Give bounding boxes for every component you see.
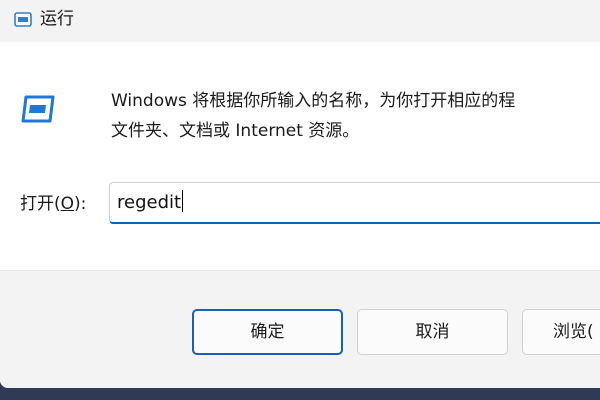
ok-button[interactable]: 确定 [192, 309, 343, 355]
open-input-text: regedit [117, 192, 182, 213]
browse-button[interactable]: 浏览( [522, 309, 600, 355]
open-label-suffix: ): [74, 194, 87, 214]
open-label: 打开(O): [20, 192, 86, 216]
window-title: 运行 [40, 9, 74, 29]
open-input[interactable]: regedit [109, 182, 600, 224]
description-line-1: Windows 将根据你所输入的名称，为你打开相应的程 [111, 91, 516, 111]
open-label-prefix: 打开( [20, 194, 61, 214]
cancel-button[interactable]: 取消 [357, 309, 508, 355]
dialog-content: Windows 将根据你所输入的名称，为你打开相应的程 文件夹、文档或 Inte… [0, 42, 600, 270]
run-icon [21, 95, 55, 123]
title-bar[interactable]: 运行 [0, 0, 600, 42]
description-line-2: 文件夹、文档或 Internet 资源。 [111, 121, 360, 141]
run-dialog: 运行 Windows 将根据你所输入的名称，为你打开相应的程 文件夹、文档或 I… [0, 0, 600, 388]
open-label-accelerator: O [60, 194, 75, 214]
button-bar: 确定 取消 浏览( [0, 270, 600, 388]
run-app-icon [14, 12, 32, 27]
open-input-value: regedit [117, 190, 184, 216]
text-caret [182, 190, 184, 212]
description-text: Windows 将根据你所输入的名称，为你打开相应的程 文件夹、文档或 Inte… [111, 86, 515, 146]
